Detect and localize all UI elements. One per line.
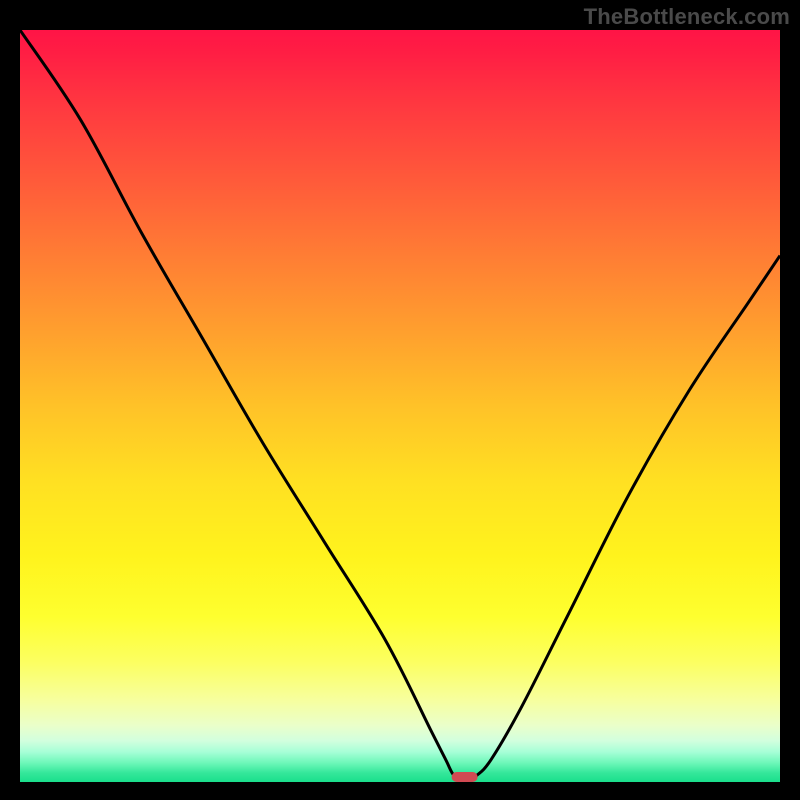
chart-frame: TheBottleneck.com <box>0 0 800 800</box>
curve-path <box>20 30 780 780</box>
plot-area <box>20 30 780 782</box>
watermark-text: TheBottleneck.com <box>584 4 790 30</box>
bottleneck-curve <box>20 30 780 782</box>
minimum-marker <box>452 772 478 782</box>
